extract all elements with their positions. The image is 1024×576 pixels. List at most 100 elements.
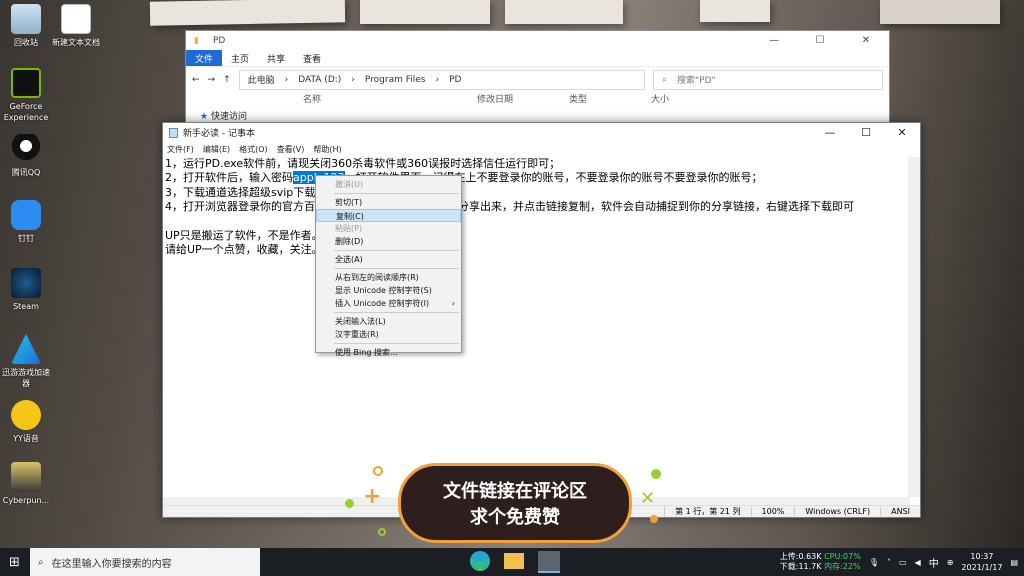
breadcrumb-this-pc[interactable]: 此电脑 <box>248 73 275 86</box>
breadcrumb-pd[interactable]: PD <box>449 75 461 85</box>
volume-icon[interactable]: ◀ <box>915 558 921 567</box>
notepad-menubar: 文件(F) 编辑(E) 格式(O) 查看(V) 帮助(H) <box>163 142 920 156</box>
decoration-dot <box>345 499 354 508</box>
desktop-icon-recycle-bin[interactable]: 回收站 <box>0 4 52 48</box>
desktop-icon-steam[interactable]: Steam <box>0 268 52 312</box>
menu-separator <box>334 250 459 251</box>
menu-separator <box>334 312 459 313</box>
cross-icon: ✕ <box>640 488 656 509</box>
decoration-circle <box>378 528 386 536</box>
accelerator-icon <box>11 334 41 364</box>
text-line-2: 2，打开软件后，输入密码apple123，打开软件界面，记得在上不要登录你的账号… <box>165 171 763 185</box>
clock[interactable]: 10:37 2021/1/17 <box>961 551 1002 573</box>
menu-item-undo[interactable]: 撤消(U) <box>316 178 461 191</box>
column-name[interactable]: 名称 <box>303 92 477 108</box>
menu-edit[interactable]: 编辑(E) <box>203 144 230 155</box>
maximize-button[interactable]: ☐ <box>848 126 884 139</box>
menu-help[interactable]: 帮助(H) <box>313 144 341 155</box>
notepad-window: 新手必读 - 记事本 — ☐ ✕ 文件(F) 编辑(E) 格式(O) 查看(V)… <box>162 122 921 518</box>
column-size[interactable]: 大小 <box>651 92 711 108</box>
chevron-up-icon[interactable]: ˄ <box>887 558 891 567</box>
menu-format[interactable]: 格式(O) <box>239 144 268 155</box>
notepad-icon <box>169 127 178 138</box>
menu-item-paste[interactable]: 粘贴(P) <box>316 222 461 235</box>
column-modified[interactable]: 修改日期 <box>477 92 569 108</box>
column-type[interactable]: 类型 <box>569 92 651 108</box>
menu-item-delete[interactable]: 删除(D) <box>316 235 461 248</box>
taskbar: ⊞ ⌕ 在这里输入你要搜索的内容 上传:0.63K CPU:07% 下载:11.… <box>0 548 1024 576</box>
menu-item-insert-unicode[interactable]: 插入 Unicode 控制字符(I) › <box>316 297 461 310</box>
text-line-3: 3，下载通道选择超级svip下载 <box>165 185 316 199</box>
taskbar-search-input[interactable]: ⌕ 在这里输入你要搜索的内容 <box>30 548 260 576</box>
menu-item-cut[interactable]: 剪切(T) <box>316 196 461 209</box>
status-encoding: ANSI <box>880 507 920 516</box>
promo-banner: 文件链接在评论区 求个免费赞 <box>398 463 632 543</box>
notepad-text-area[interactable]: 1，运行PD.exe软件前，请现关闭360杀毒软件或360误报时选择信任运行即可… <box>163 157 910 497</box>
menu-item-rtl[interactable]: 从右到左的阅读顺序(R) <box>316 271 461 284</box>
minimize-button[interactable]: — <box>751 35 797 46</box>
menu-item-close-ime[interactable]: 关闭输入法(L) <box>316 315 461 328</box>
desktop-icon-new-text-document[interactable]: 新建文本文档 <box>50 4 102 48</box>
notepad-title: 新手必读 - 记事本 <box>183 129 255 139</box>
forward-arrow-icon[interactable]: → <box>208 75 216 85</box>
tab-view[interactable]: 查看 <box>294 50 330 66</box>
geforce-icon <box>11 68 41 98</box>
network-monitor: 上传:0.63K CPU:07% 下载:11.7K 内存:22% <box>779 552 861 571</box>
column-headers: 名称 修改日期 类型 大小 <box>186 92 889 108</box>
status-zoom: 100% <box>750 507 795 516</box>
notification-icon[interactable]: ▤ <box>1010 558 1018 567</box>
back-arrow-icon[interactable]: ← <box>192 75 200 85</box>
tab-home[interactable]: 主页 <box>222 50 258 66</box>
dingtalk-icon <box>11 200 41 230</box>
microphone-icon[interactable]: 🎙 <box>869 558 879 567</box>
windows-start-icon[interactable]: ⊞ <box>9 555 20 570</box>
text-line-1: 1，运行PD.exe软件前，请现关闭360杀毒软件或360误报时选择信任运行即可… <box>165 157 561 170</box>
banner-line-1: 文件链接在评论区 <box>443 481 587 502</box>
desktop-icon-geforce[interactable]: GeForce Experience <box>0 68 52 123</box>
menu-item-show-unicode[interactable]: 显示 Unicode 控制字符(S) <box>316 284 461 297</box>
wall-paper-note <box>360 0 490 24</box>
menu-item-bing-search[interactable]: 使用 Bing 搜索... <box>316 346 461 359</box>
desktop-icon-accelerator[interactable]: 迅游游戏加速器 <box>0 334 52 389</box>
close-button[interactable]: ✕ <box>884 126 920 139</box>
text-line-5: UP只是搬运了软件，不是作者。 445966 <box>165 229 463 243</box>
breadcrumb-data-drive[interactable]: DATA (D:) <box>298 75 341 85</box>
menu-view[interactable]: 查看(V) <box>277 144 305 155</box>
tab-file[interactable]: 文件 <box>186 50 222 66</box>
input-method-icon[interactable]: ⊕ <box>947 558 954 567</box>
search-input[interactable]: ⌕ 搜索"PD" <box>653 69 883 90</box>
breadcrumb[interactable]: 此电脑 › DATA (D:) › Program Files › PD <box>238 69 645 90</box>
menu-separator <box>334 343 459 344</box>
minimize-button[interactable]: — <box>812 126 848 139</box>
file-explorer-icon[interactable] <box>504 553 524 569</box>
nav-quick-access[interactable]: ★ 快速访问 <box>200 109 247 122</box>
desktop-icon-yy[interactable]: YY语音 <box>0 400 52 444</box>
text-document-icon <box>61 4 91 34</box>
menu-item-copy[interactable]: 复制(C) <box>316 209 461 222</box>
desktop-icon-cyberpunk[interactable]: Cyberpun... <box>0 462 52 506</box>
up-arrow-icon[interactable]: ↑ <box>223 75 231 85</box>
context-menu: 撤消(U) 剪切(T) 复制(C) 粘贴(P) 删除(D) 全选(A) 从右到左… <box>315 175 462 357</box>
notepad-taskbar-icon[interactable] <box>538 551 560 573</box>
breadcrumb-program-files[interactable]: Program Files <box>365 75 426 85</box>
decoration-dot <box>650 515 658 523</box>
star-icon: ★ <box>200 112 209 122</box>
search-icon: ⌕ <box>38 556 44 568</box>
yy-icon <box>11 400 41 430</box>
edge-browser-icon[interactable] <box>470 551 490 571</box>
tab-share[interactable]: 共享 <box>258 50 294 66</box>
vertical-scrollbar[interactable] <box>908 157 920 497</box>
menu-item-select-all[interactable]: 全选(A) <box>316 253 461 266</box>
address-bar-row: ← → ↑ 此电脑 › DATA (D:) › Program Files › PD … <box>186 66 889 92</box>
wall-paper-note <box>149 0 346 26</box>
maximize-button[interactable]: ☐ <box>797 35 843 46</box>
network-icon[interactable]: ▭ <box>899 558 907 567</box>
desktop-icon-qq[interactable]: 腾讯QQ <box>0 134 52 178</box>
menu-item-reconvert[interactable]: 汉字重选(R) <box>316 328 461 341</box>
decoration-circle <box>373 466 383 476</box>
steam-icon <box>11 268 41 298</box>
desktop-icon-dingtalk[interactable]: 钉钉 <box>0 200 52 244</box>
ime-indicator[interactable]: 中 <box>929 555 939 570</box>
menu-file[interactable]: 文件(F) <box>167 144 194 155</box>
close-button[interactable]: ✕ <box>843 35 889 46</box>
